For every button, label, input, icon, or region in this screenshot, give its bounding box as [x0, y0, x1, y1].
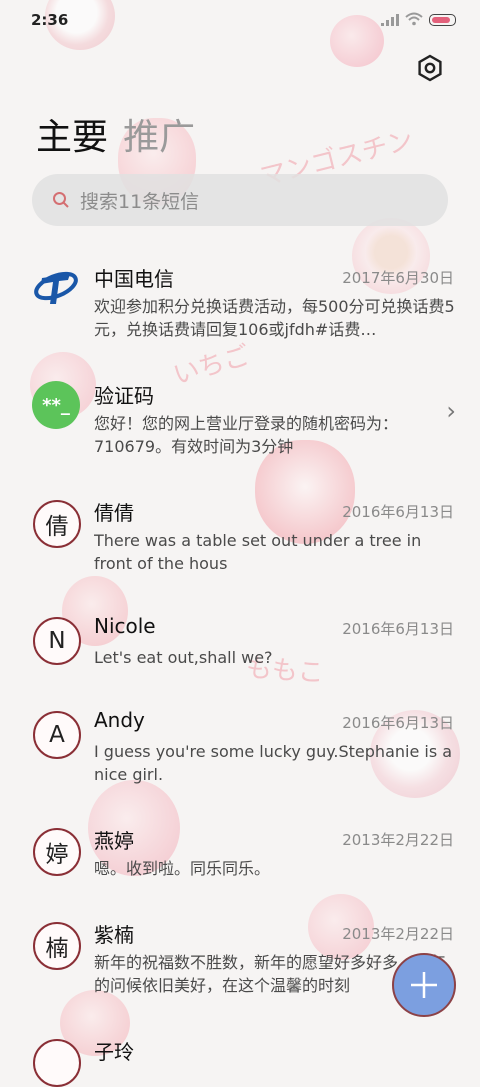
message-date: 2013年2月22日 — [342, 925, 454, 943]
avatar: 倩 — [33, 500, 81, 548]
avatar: 婷 — [33, 828, 81, 876]
contact-name: 验证码 — [94, 384, 154, 408]
search-placeholder: 搜索11条短信 — [80, 191, 200, 213]
contact-name: 燕婷 — [94, 829, 134, 853]
conversation-row[interactable]: 倩 倩倩 2016年6月13日 There was a table set ou… — [0, 488, 480, 605]
message-preview: 欢迎参加积分兑换话费活动，每500分可兑换话费5元，兑换话费请回复106或jfd… — [94, 297, 455, 339]
tab-promotions[interactable]: 推广 — [123, 117, 195, 158]
message-date: 2016年6月13日 — [342, 620, 454, 638]
message-preview: 您好！您的网上营业厅登录的随机密码为：710679。有效时间为3分钟 — [94, 414, 399, 456]
contact-name: 中国电信 — [94, 267, 174, 291]
conversation-row[interactable]: 婷 燕婷 2013年2月22日 嗯。收到啦。同乐同乐。 — [0, 816, 480, 910]
contact-name: Andy — [94, 708, 145, 732]
avatar: 楠 — [33, 922, 81, 970]
avatar: A — [33, 711, 81, 759]
tab-main[interactable]: 主要 — [36, 117, 108, 158]
conversation-row[interactable]: 中国电信 2017年6月30日 欢迎参加积分兑换话费活动，每500分可兑换话费5… — [0, 254, 480, 371]
avatar-initial: N — [48, 628, 66, 654]
avatar-initial: 婷 — [45, 842, 69, 868]
verification-code-avatar: **_ — [32, 381, 80, 429]
conversation-row[interactable]: 子玲 — [0, 1027, 480, 1087]
status-time: 2:36 — [31, 11, 69, 29]
status-bar: 2:36 — [0, 0, 480, 40]
message-date: 2016年6月13日 — [342, 714, 454, 732]
message-preview: 嗯。收到啦。同乐同乐。 — [94, 859, 271, 878]
conversation-row[interactable]: **_ 验证码 › 您好！您的网上营业厅登录的随机密码为：710679。有效时间… — [0, 371, 480, 488]
battery-icon — [429, 14, 456, 26]
message-list: 中国电信 2017年6月30日 欢迎参加积分兑换话费活动，每500分可兑换话费5… — [0, 254, 480, 1087]
avatar-code-text: **_ — [42, 394, 70, 416]
message-date: 2013年2月22日 — [342, 831, 454, 849]
message-preview: Let's eat out,shall we? — [94, 648, 273, 667]
search-icon — [53, 192, 69, 208]
message-preview: I guess you're some lucky guy.Stephanie … — [94, 742, 453, 784]
avatar-initial: 楠 — [45, 936, 69, 962]
tab-bar: 主要 推广 — [36, 108, 205, 160]
conversation-row[interactable]: N Nicole 2016年6月13日 Let's eat out,shall … — [0, 605, 480, 699]
china-telecom-logo-icon — [34, 271, 78, 304]
contact-name: 紫楠 — [94, 923, 134, 947]
settings-icon[interactable] — [416, 54, 444, 82]
message-preview: There was a table set out under a tree i… — [94, 531, 422, 573]
avatar-initial: 倩 — [45, 514, 69, 540]
contact-name: 子玲 — [94, 1040, 134, 1064]
contact-name: Nicole — [94, 614, 156, 638]
avatar-initial: A — [49, 722, 65, 748]
message-date: 2016年6月13日 — [342, 503, 454, 521]
avatar: N — [33, 617, 81, 665]
conversation-row[interactable]: A Andy 2016年6月13日 I guess you're some lu… — [0, 699, 480, 816]
avatar — [33, 1039, 81, 1087]
signal-icon — [381, 14, 399, 26]
new-message-button[interactable] — [392, 953, 456, 1017]
message-date: 2017年6月30日 — [342, 269, 454, 287]
battery-level — [432, 17, 450, 23]
plus-icon — [411, 972, 437, 998]
wifi-icon — [405, 12, 423, 26]
search-bar[interactable]: 搜索11条短信 — [32, 174, 448, 226]
contact-name: 倩倩 — [94, 501, 134, 525]
